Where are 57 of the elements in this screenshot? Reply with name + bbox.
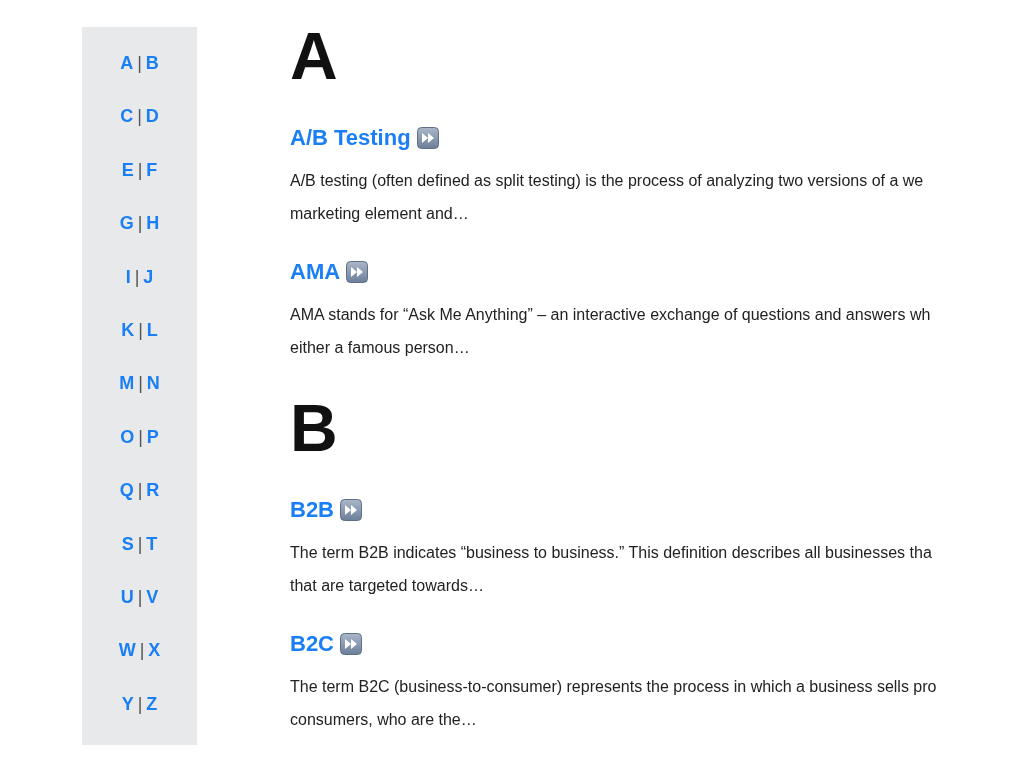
letter-link[interactable]: T xyxy=(146,531,158,556)
letter-heading: B xyxy=(290,390,339,466)
letter-link[interactable]: F xyxy=(146,157,158,182)
separator: | xyxy=(138,372,143,396)
letter-link[interactable]: D xyxy=(145,104,159,129)
letter-link[interactable]: E xyxy=(121,157,134,182)
letter-link[interactable]: I xyxy=(125,264,131,289)
letter-link[interactable]: M xyxy=(119,371,135,396)
letter-link[interactable]: N xyxy=(146,371,160,396)
separator: | xyxy=(137,692,143,716)
separator: | xyxy=(139,639,145,663)
letter-link[interactable]: L xyxy=(146,317,158,342)
letter-link[interactable]: X xyxy=(148,638,161,663)
fast-forward-icon xyxy=(346,261,369,283)
description-line: that are targeted towards… xyxy=(290,576,484,596)
fast-forward-icon xyxy=(340,633,362,655)
separator: | xyxy=(134,265,140,289)
letter-link[interactable]: Z xyxy=(146,691,158,716)
letter-link[interactable]: V xyxy=(146,584,159,609)
separator: | xyxy=(137,105,142,129)
letter-link[interactable]: P xyxy=(146,424,159,449)
description-line: The term B2B indicates “business to business.” This definition describes all businesses tha xyxy=(290,543,932,563)
letter-link[interactable]: B xyxy=(145,51,159,75)
letter-link[interactable]: Q xyxy=(119,478,134,503)
letter-link[interactable]: A xyxy=(120,51,134,75)
term-link[interactable]: B2C xyxy=(290,630,334,658)
term-link[interactable]: AMA xyxy=(290,258,341,286)
separator: | xyxy=(138,318,143,342)
description-line: either a famous person… xyxy=(290,338,470,358)
term-link[interactable]: A/B Testing xyxy=(290,124,411,152)
description-line: consumers, who are the… xyxy=(290,710,477,730)
letter-link[interactable]: O xyxy=(120,424,135,449)
fast-forward-icon xyxy=(416,127,439,149)
letter-link[interactable]: S xyxy=(121,531,134,556)
letter-link[interactable]: R xyxy=(146,478,160,503)
description-line: The term B2C (business-to-consumer) represents the process in which a business sells pro xyxy=(290,677,937,697)
separator: | xyxy=(137,212,143,236)
separator: | xyxy=(137,158,143,182)
letter-link[interactable]: Y xyxy=(121,691,134,716)
letter-link[interactable]: K xyxy=(121,317,135,342)
letter-link[interactable]: U xyxy=(120,584,134,609)
separator: | xyxy=(138,425,143,449)
letter-link[interactable]: G xyxy=(119,211,134,236)
separator: | xyxy=(137,532,143,556)
separator: | xyxy=(137,52,142,75)
letter-link[interactable]: W xyxy=(118,638,136,663)
separator: | xyxy=(137,479,143,503)
letter-link[interactable]: H xyxy=(146,211,160,236)
letter-link[interactable]: J xyxy=(143,264,154,289)
letter-heading: A xyxy=(290,18,339,94)
description-line: AMA stands for “Ask Me Anything” – an interactive exchange of questions and answers wh xyxy=(290,305,931,325)
separator: | xyxy=(137,585,143,609)
letter-link[interactable]: C xyxy=(120,104,134,129)
term-link[interactable]: B2B xyxy=(290,496,334,524)
description-line: A/B testing (often defined as split testing) is the process of analyzing two versions of a we xyxy=(290,171,924,191)
description-line: marketing element and… xyxy=(290,204,469,224)
fast-forward-icon xyxy=(340,499,362,521)
